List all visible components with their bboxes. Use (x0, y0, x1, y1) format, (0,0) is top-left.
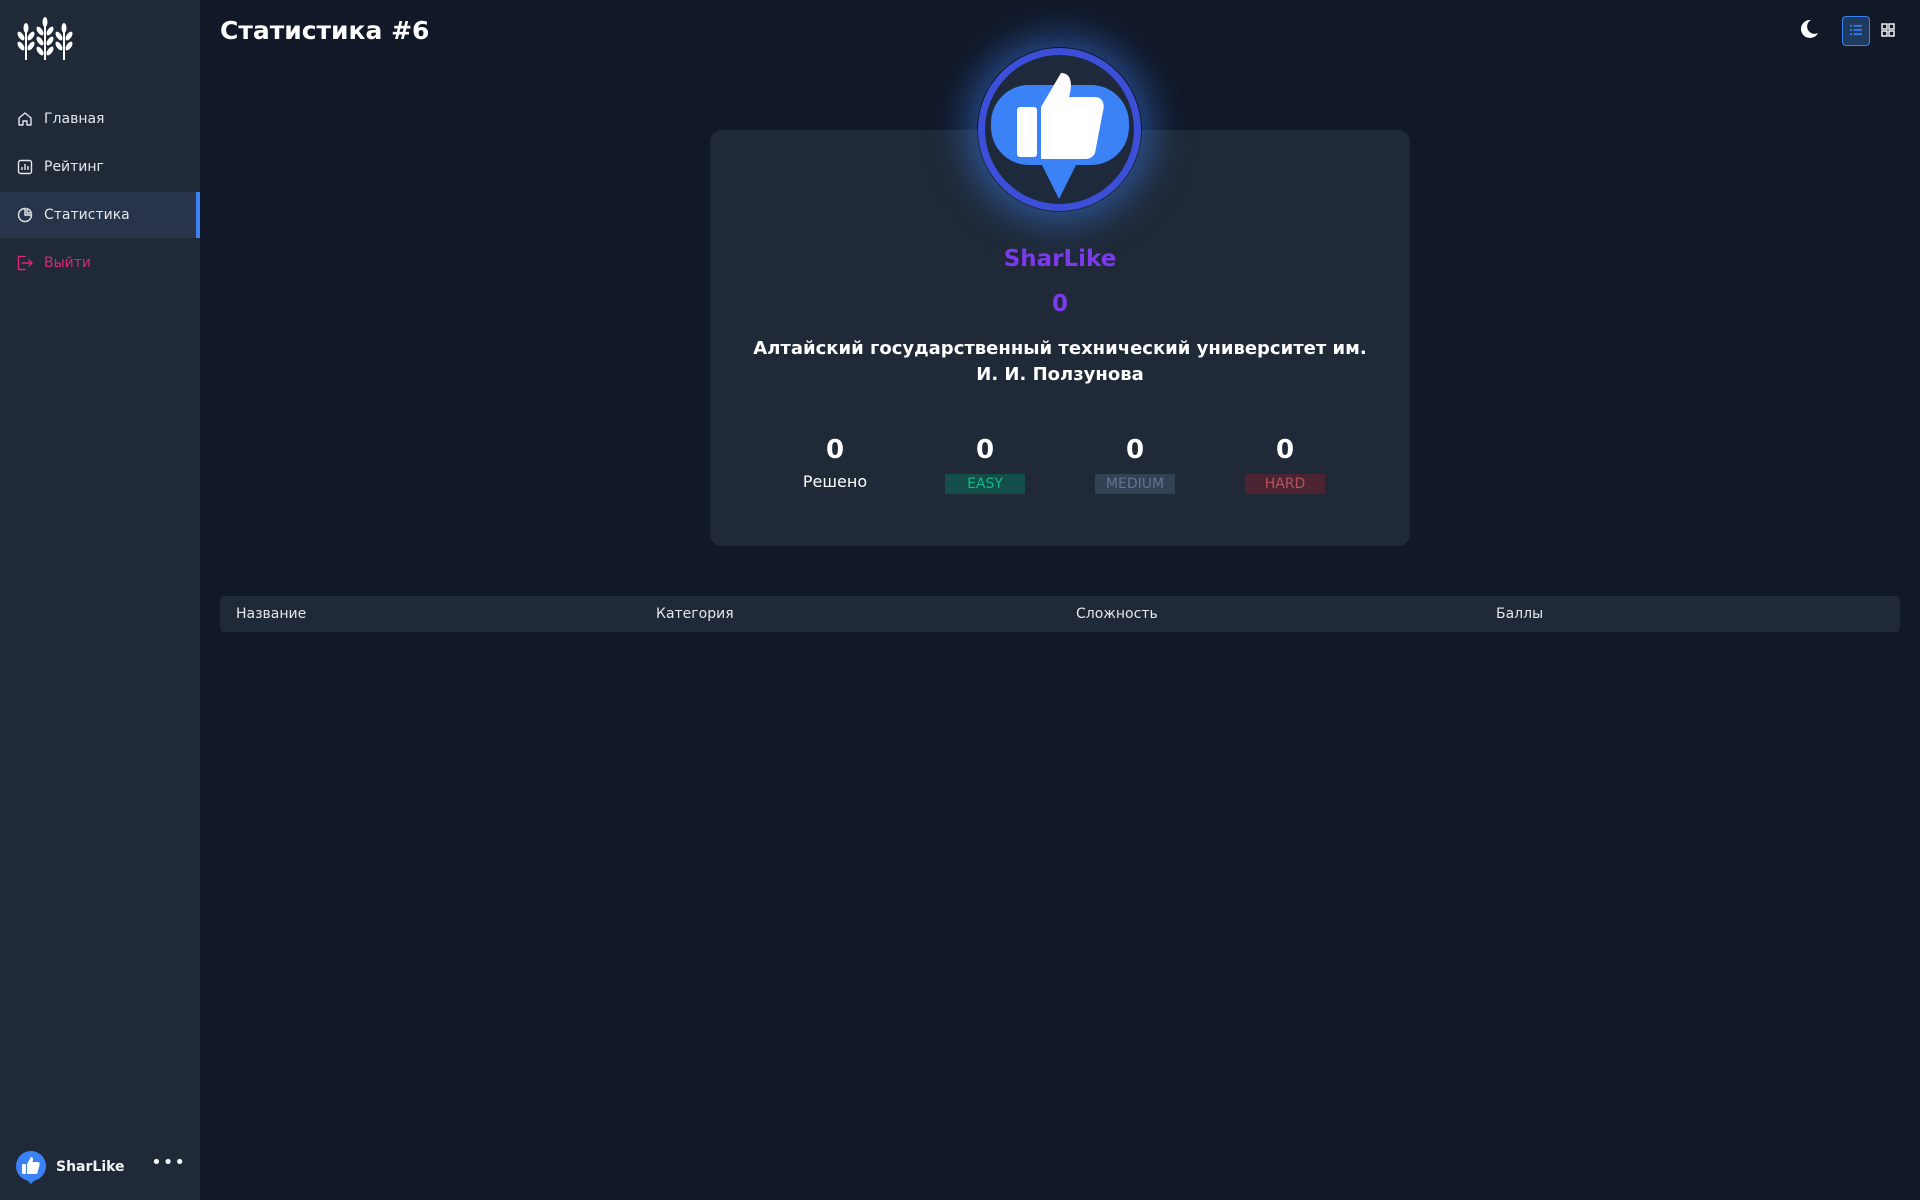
sidebar-item-label: Выйти (44, 255, 92, 271)
column-header-difficulty[interactable]: Сложность (1060, 606, 1480, 622)
stat-hard: 0 HARD (1225, 432, 1345, 494)
sidebar-item-label: Главная (44, 111, 105, 127)
sidebar-item-logout[interactable]: Выйти (0, 240, 200, 286)
column-header-points[interactable]: Баллы (1480, 606, 1900, 622)
page-title: Статистика #6 (220, 16, 430, 45)
stats-row: 0 Решено 0 EASY 0 MEDIUM 0 HARD (760, 432, 1360, 502)
profile-score: 0 (1051, 291, 1068, 317)
column-header-category[interactable]: Категория (640, 606, 1060, 622)
profile-avatar (977, 47, 1142, 212)
moon-icon (1798, 18, 1820, 44)
profile-name: SharLike (1003, 246, 1117, 272)
tasks-table-header: Название Категория Сложность Баллы (220, 596, 1900, 632)
stat-label: Решено (802, 472, 868, 491)
sidebar: Главная Рейтинг Статистика Выйти SharLik… (0, 0, 200, 1200)
list-view-button[interactable] (1842, 16, 1870, 46)
profile-university: Алтайский государственный технический ун… (753, 338, 1367, 385)
logout-icon (16, 254, 34, 272)
pie-chart-icon (16, 206, 34, 224)
stat-value: 0 (975, 435, 995, 465)
sidebar-item-label: Статистика (44, 207, 130, 223)
list-icon (1849, 22, 1863, 41)
logo-icon[interactable] (14, 14, 76, 60)
stat-value: 0 (825, 435, 845, 465)
sidebar-nav: Главная Рейтинг Статистика Выйти (0, 96, 200, 288)
stat-value: 0 (1275, 435, 1295, 465)
stat-solved: 0 Решено (775, 432, 895, 491)
avatar[interactable] (14, 1150, 48, 1184)
column-header-name[interactable]: Название (220, 606, 640, 622)
more-menu-icon[interactable]: ••• (151, 1154, 186, 1176)
user-name: SharLike (56, 1159, 125, 1175)
header-actions (1794, 16, 1902, 46)
theme-toggle-button[interactable] (1794, 16, 1824, 46)
difficulty-badge-easy: EASY (945, 474, 1025, 494)
chart-icon (16, 158, 34, 176)
difficulty-badge-medium: MEDIUM (1095, 474, 1175, 494)
stat-value: 0 (1125, 435, 1145, 465)
sidebar-item-rating[interactable]: Рейтинг (0, 144, 200, 190)
grid-view-button[interactable] (1874, 16, 1902, 46)
sidebar-item-label: Рейтинг (44, 159, 104, 175)
sidebar-item-statistics[interactable]: Статистика (0, 192, 200, 238)
sidebar-user: SharLike ••• (14, 1150, 186, 1184)
stat-medium: 0 MEDIUM (1075, 432, 1195, 494)
stat-easy: 0 EASY (925, 432, 1045, 494)
home-icon (16, 110, 34, 128)
grid-icon (1881, 22, 1895, 41)
sidebar-item-home[interactable]: Главная (0, 96, 200, 142)
difficulty-badge-hard: HARD (1245, 474, 1325, 494)
